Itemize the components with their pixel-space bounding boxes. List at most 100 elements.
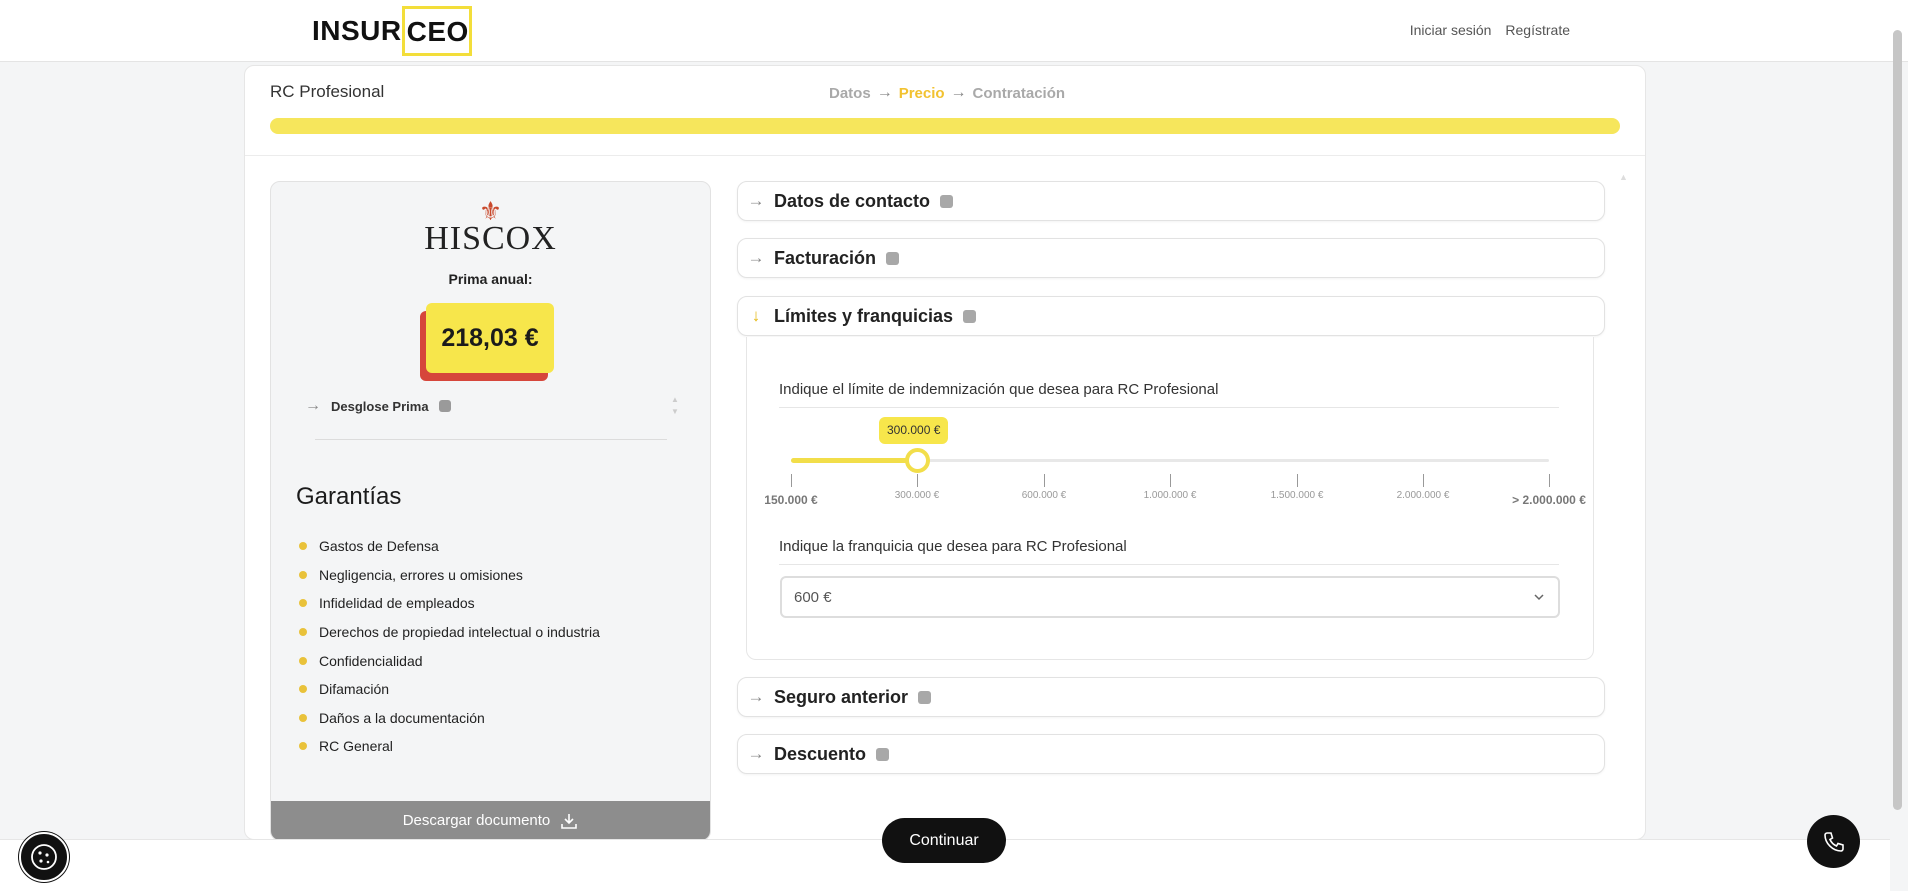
step-datos: Datos bbox=[829, 84, 871, 102]
scroll-arrows-icon: ▲ ▼ bbox=[671, 395, 679, 416]
continue-button[interactable]: Continuar bbox=[882, 818, 1006, 863]
list-item: Gastos de Defensa bbox=[299, 532, 600, 561]
arrow-right-icon: → bbox=[747, 191, 765, 210]
arrow-down-icon: ↓ bbox=[751, 306, 761, 325]
garantia-label: Derechos de propiedad intelectual o indu… bbox=[319, 624, 600, 641]
arrow-right-icon: → bbox=[747, 744, 765, 763]
slider-tick bbox=[1297, 474, 1298, 487]
insurceo-logo[interactable]: INSUR CEO bbox=[312, 6, 472, 56]
nav-links: Iniciar sesión Regístrate bbox=[1410, 22, 1570, 38]
top-nav: INSUR CEO Iniciar sesión Regístrate bbox=[0, 0, 1908, 62]
list-item: RC General bbox=[299, 732, 600, 761]
limit-slider-thumb[interactable] bbox=[905, 448, 930, 473]
accordion-label: Datos de contacto bbox=[774, 190, 931, 211]
garantia-label: Difamación bbox=[319, 681, 390, 698]
accordion-label: Descuento bbox=[774, 743, 867, 764]
money-bag-icon bbox=[963, 309, 977, 323]
franquicia-value: 600 € bbox=[794, 588, 832, 606]
divider bbox=[245, 155, 1645, 156]
arrow-right-icon: → bbox=[876, 84, 893, 101]
register-link[interactable]: Regístrate bbox=[1505, 22, 1570, 38]
slider-tick bbox=[1044, 474, 1045, 487]
progress-bar bbox=[270, 118, 1620, 134]
tick-label: 150.000 € bbox=[764, 493, 818, 507]
accordion-facturacion[interactable]: → Facturación bbox=[737, 238, 1605, 278]
money-bag-icon bbox=[438, 400, 451, 412]
quote-summary-panel: ⚜ HISCOX Prima anual: 218,03 € → Desglos… bbox=[270, 181, 711, 841]
accordion-datos-contacto[interactable]: → Datos de contacto bbox=[737, 181, 1605, 221]
list-item: Difamación bbox=[299, 675, 600, 704]
slider-tick bbox=[791, 474, 792, 487]
user-shield-icon bbox=[918, 690, 932, 704]
slider-tick bbox=[1170, 474, 1171, 487]
accordion-label: Seguro anterior bbox=[774, 686, 909, 707]
bullet-icon bbox=[299, 570, 307, 579]
desglose-label: Desglose Prima bbox=[331, 398, 429, 414]
garantias-list: Gastos de Defensa Negligencia, errores u… bbox=[299, 532, 600, 761]
arrow-right-icon: → bbox=[950, 84, 967, 101]
call-button[interactable] bbox=[1807, 815, 1860, 868]
limit-slider-fill bbox=[791, 458, 917, 463]
tick-label: 300.000 € bbox=[894, 490, 940, 501]
price-value: 218,03 € bbox=[426, 303, 554, 373]
franquicia-select[interactable]: 600 € bbox=[780, 576, 1560, 618]
bullet-icon bbox=[299, 599, 307, 608]
accordion-label: Facturación bbox=[774, 247, 877, 268]
tick-label: 1.000.000 € bbox=[1143, 490, 1197, 501]
garantia-label: Infidelidad de empleados bbox=[319, 595, 475, 612]
prima-label: Prima anual: bbox=[448, 271, 533, 287]
step-precio: Precio bbox=[898, 84, 945, 102]
slider-tick bbox=[917, 474, 918, 487]
page-scrollbar[interactable] bbox=[1893, 30, 1902, 810]
contact-card-icon bbox=[940, 194, 954, 208]
download-icon bbox=[561, 813, 578, 829]
bullet-icon bbox=[299, 685, 307, 694]
divider bbox=[315, 439, 667, 440]
garantias-title: Garantías bbox=[296, 483, 402, 510]
list-item: Derechos de propiedad intelectual o indu… bbox=[299, 618, 600, 647]
arrow-right-icon: → bbox=[305, 397, 321, 414]
divider bbox=[779, 407, 1559, 408]
scroll-up-icon[interactable]: ▲ bbox=[1619, 172, 1628, 182]
tick-label: 2.000.000 € bbox=[1396, 490, 1450, 501]
list-item: Negligencia, errores u omisiones bbox=[299, 561, 600, 590]
bullet-icon bbox=[299, 542, 307, 551]
accordion-limites-franquicias[interactable]: ↓ Límites y franquicias bbox=[737, 296, 1605, 336]
tick-label: 600.000 € bbox=[1021, 490, 1067, 501]
garantia-label: Negligencia, errores u omisiones bbox=[319, 566, 523, 583]
list-item: Confidencialidad bbox=[299, 646, 600, 675]
desglose-prima-toggle[interactable]: → Desglose Prima bbox=[305, 397, 451, 415]
slider-tick bbox=[1549, 474, 1550, 487]
list-item: Infidelidad de empleados bbox=[299, 589, 600, 618]
cookie-icon bbox=[31, 844, 57, 870]
step-contratacion: Contratación bbox=[972, 84, 1066, 102]
accordion-descuento[interactable]: → Descuento bbox=[737, 734, 1605, 774]
download-label: Descargar documento bbox=[402, 812, 551, 829]
arrow-right-icon: → bbox=[747, 248, 765, 267]
download-document-button[interactable]: Descargar documento bbox=[271, 801, 710, 840]
bullet-icon bbox=[299, 713, 307, 722]
chevron-down-icon bbox=[1534, 594, 1544, 601]
limit-question: Indique el límite de indemnización que d… bbox=[779, 381, 1219, 398]
tick-label: > 2.000.000 € bbox=[1512, 493, 1586, 507]
insurer-logo: HISCOX bbox=[424, 220, 557, 257]
stepper: Datos → Precio → Contratación bbox=[829, 84, 1065, 102]
bullet-icon bbox=[299, 742, 307, 751]
list-item: Daños a la documentación bbox=[299, 704, 600, 733]
accordion-seguro-anterior[interactable]: → Seguro anterior bbox=[737, 677, 1605, 717]
tag-icon bbox=[876, 747, 890, 761]
cookie-settings-button[interactable] bbox=[19, 832, 69, 882]
garantia-label: Gastos de Defensa bbox=[319, 538, 439, 555]
login-link[interactable]: Iniciar sesión bbox=[1410, 22, 1492, 38]
page-title: RC Profesional bbox=[270, 82, 385, 101]
accordion-label: Límites y franquicias bbox=[774, 305, 954, 326]
divider bbox=[779, 564, 1559, 565]
arrow-right-icon: → bbox=[747, 687, 765, 706]
tick-label: 1.500.000 € bbox=[1270, 490, 1324, 501]
garantia-label: Daños a la documentación bbox=[319, 709, 485, 726]
limites-panel: Indique el límite de indemnización que d… bbox=[746, 337, 1594, 660]
garantia-label: Confidencialidad bbox=[319, 652, 423, 669]
bullet-icon bbox=[299, 656, 307, 665]
phone-icon bbox=[1823, 831, 1844, 852]
slider-tick bbox=[1423, 474, 1424, 487]
